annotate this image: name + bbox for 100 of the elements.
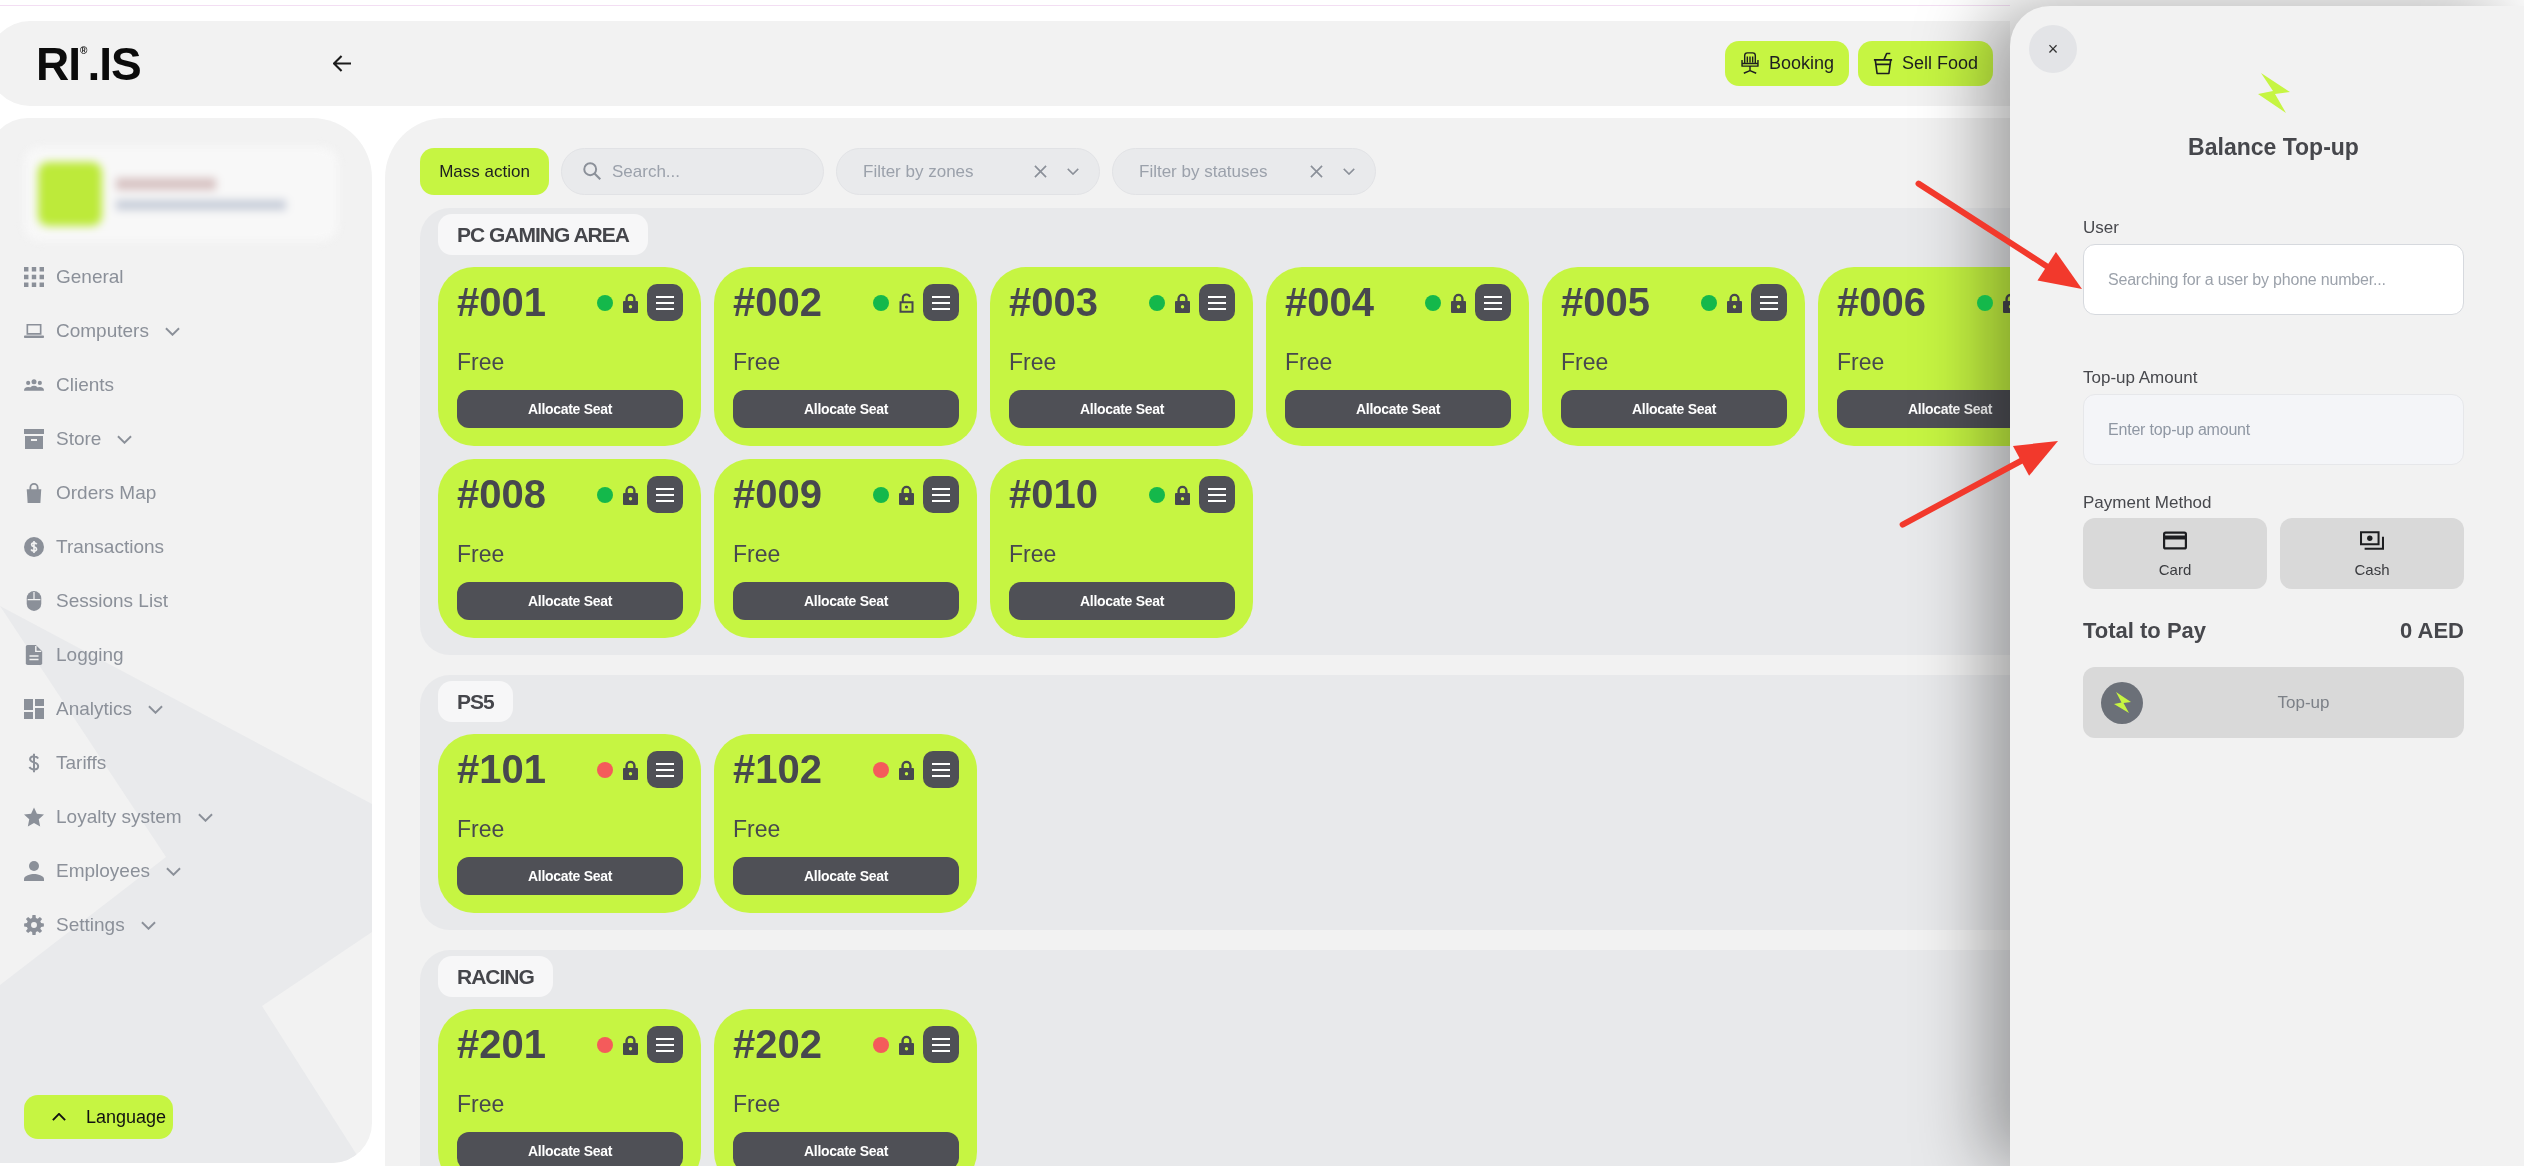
seat-status: Free (1009, 540, 1058, 568)
allocate-seat-button[interactable]: Allocate Seat (457, 582, 683, 620)
seat-status: Free (733, 1090, 782, 1118)
allocate-seat-button[interactable]: Allocate Seat (733, 582, 959, 620)
allocate-seat-button[interactable]: Allocate Seat (1009, 582, 1235, 620)
menu-button[interactable] (1751, 284, 1787, 321)
filter-dropdown[interactable]: Filter by zones (836, 148, 1100, 195)
seat-number: #002 (733, 284, 823, 321)
seat-status: Free (1009, 348, 1058, 376)
clear-icon[interactable] (1310, 165, 1323, 178)
zone-title: PS5 (438, 681, 513, 722)
zone-title: RACING (438, 956, 553, 997)
close-button[interactable]: × (2029, 25, 2077, 73)
language-button[interactable]: Language (24, 1095, 173, 1139)
filter-dropdown[interactable]: Filter by statuses (1112, 148, 1376, 195)
menu-icon (1760, 295, 1778, 310)
grid-icon (24, 267, 44, 287)
field-label: User (2083, 218, 2119, 238)
header-button[interactable]: Booking (1724, 41, 1849, 86)
document-icon (24, 645, 44, 665)
shopping-bag-icon (24, 483, 44, 503)
allocate-seat-button[interactable]: Allocate Seat (733, 1132, 959, 1166)
seat-status: Free (733, 540, 782, 568)
person-icon (24, 861, 44, 881)
search-field[interactable]: Search... (561, 148, 824, 195)
seat-number: #010 (1009, 476, 1099, 513)
mass-action-button[interactable]: Mass action (420, 148, 549, 195)
seat-number: #006 (1837, 284, 1927, 321)
user-search-field[interactable]: Searching for a user by phone number... (2083, 244, 2464, 315)
menu-icon (932, 762, 950, 777)
chevron-down-icon[interactable] (1343, 168, 1355, 175)
search-icon (583, 162, 601, 180)
menu-icon (932, 295, 950, 310)
menu-icon (656, 487, 674, 502)
menu-button[interactable] (647, 284, 683, 321)
menu-icon (656, 1037, 674, 1052)
chevron-up-icon (52, 1113, 66, 1121)
seat-status: Free (457, 1090, 506, 1118)
allocate-seat-button[interactable]: Allocate Seat (733, 857, 959, 895)
seat-number: #005 (1561, 284, 1651, 321)
allocate-seat-button[interactable]: Allocate Seat (1009, 390, 1235, 428)
star-icon (24, 807, 44, 827)
chevron-down-icon (164, 326, 180, 336)
menu-button[interactable] (923, 1026, 959, 1063)
office-chair-icon (1739, 52, 1760, 75)
chevron-down-icon (117, 434, 133, 444)
dashboard-icon (24, 699, 44, 719)
seat-number: #004 (1285, 284, 1375, 321)
zone-title: PC GAMING AREA (438, 214, 648, 255)
menu-button[interactable] (1199, 476, 1235, 513)
seat-number: #003 (1009, 284, 1099, 321)
cash-icon (2360, 530, 2384, 550)
allocate-seat-button[interactable]: Allocate Seat (733, 390, 959, 428)
menu-button[interactable] (923, 284, 959, 321)
logo: RI$^{®}$.IS (36, 40, 141, 87)
clear-icon[interactable] (1034, 165, 1047, 178)
seat-number: #008 (457, 476, 547, 513)
seat-status: Free (733, 815, 782, 843)
header-button[interactable]: Sell Food (1857, 41, 1993, 86)
seat-status: Free (1561, 348, 1610, 376)
allocate-seat-button[interactable]: Allocate Seat (1561, 390, 1787, 428)
seat-status: Free (457, 815, 506, 843)
seat-number: #009 (733, 476, 823, 513)
field-label: Payment Method (2083, 493, 2212, 513)
payment-option[interactable]: Card (2083, 518, 2267, 589)
seat-status: Free (1285, 348, 1334, 376)
chevron-down-icon (166, 866, 181, 876)
menu-button[interactable] (647, 1026, 683, 1063)
menu-button[interactable] (647, 751, 683, 788)
payment-option[interactable]: Cash (2280, 518, 2464, 589)
field-label: Top-up Amount (2083, 368, 2198, 388)
allocate-seat-button[interactable]: Allocate Seat (457, 390, 683, 428)
back-arrow-icon[interactable] (332, 55, 352, 72)
menu-button[interactable] (923, 751, 959, 788)
menu-button[interactable] (1475, 284, 1511, 321)
menu-icon (932, 1037, 950, 1052)
bolt-icon (2101, 681, 2143, 724)
menu-button[interactable] (923, 476, 959, 513)
chevron-down-icon (148, 704, 164, 714)
allocate-seat-button[interactable]: Allocate Seat (457, 1132, 683, 1166)
menu-icon (1484, 295, 1502, 310)
seat-status: Free (457, 540, 506, 568)
allocate-seat-button[interactable]: Allocate Seat (1285, 390, 1511, 428)
credit-card-icon (2163, 530, 2187, 550)
total-label: Total to Pay (2083, 618, 2207, 644)
drink-cup-icon (1872, 52, 1893, 75)
menu-button[interactable] (647, 476, 683, 513)
menu-icon (656, 762, 674, 777)
chevron-down-icon (197, 812, 213, 822)
total-value: 0 AED (2400, 618, 2464, 644)
chevron-down-icon (140, 920, 156, 930)
menu-button[interactable] (1199, 284, 1235, 321)
seat-number: #102 (733, 751, 823, 788)
allocate-seat-button[interactable]: Allocate Seat (1837, 390, 2010, 428)
panel-title: Balance Top-up (2188, 133, 2359, 161)
allocate-seat-button[interactable]: Allocate Seat (457, 857, 683, 895)
menu-icon (932, 487, 950, 502)
chevron-down-icon[interactable] (1067, 168, 1079, 175)
amount-field[interactable]: Enter top-up amount (2083, 394, 2464, 465)
bolt-icon (2257, 73, 2290, 113)
